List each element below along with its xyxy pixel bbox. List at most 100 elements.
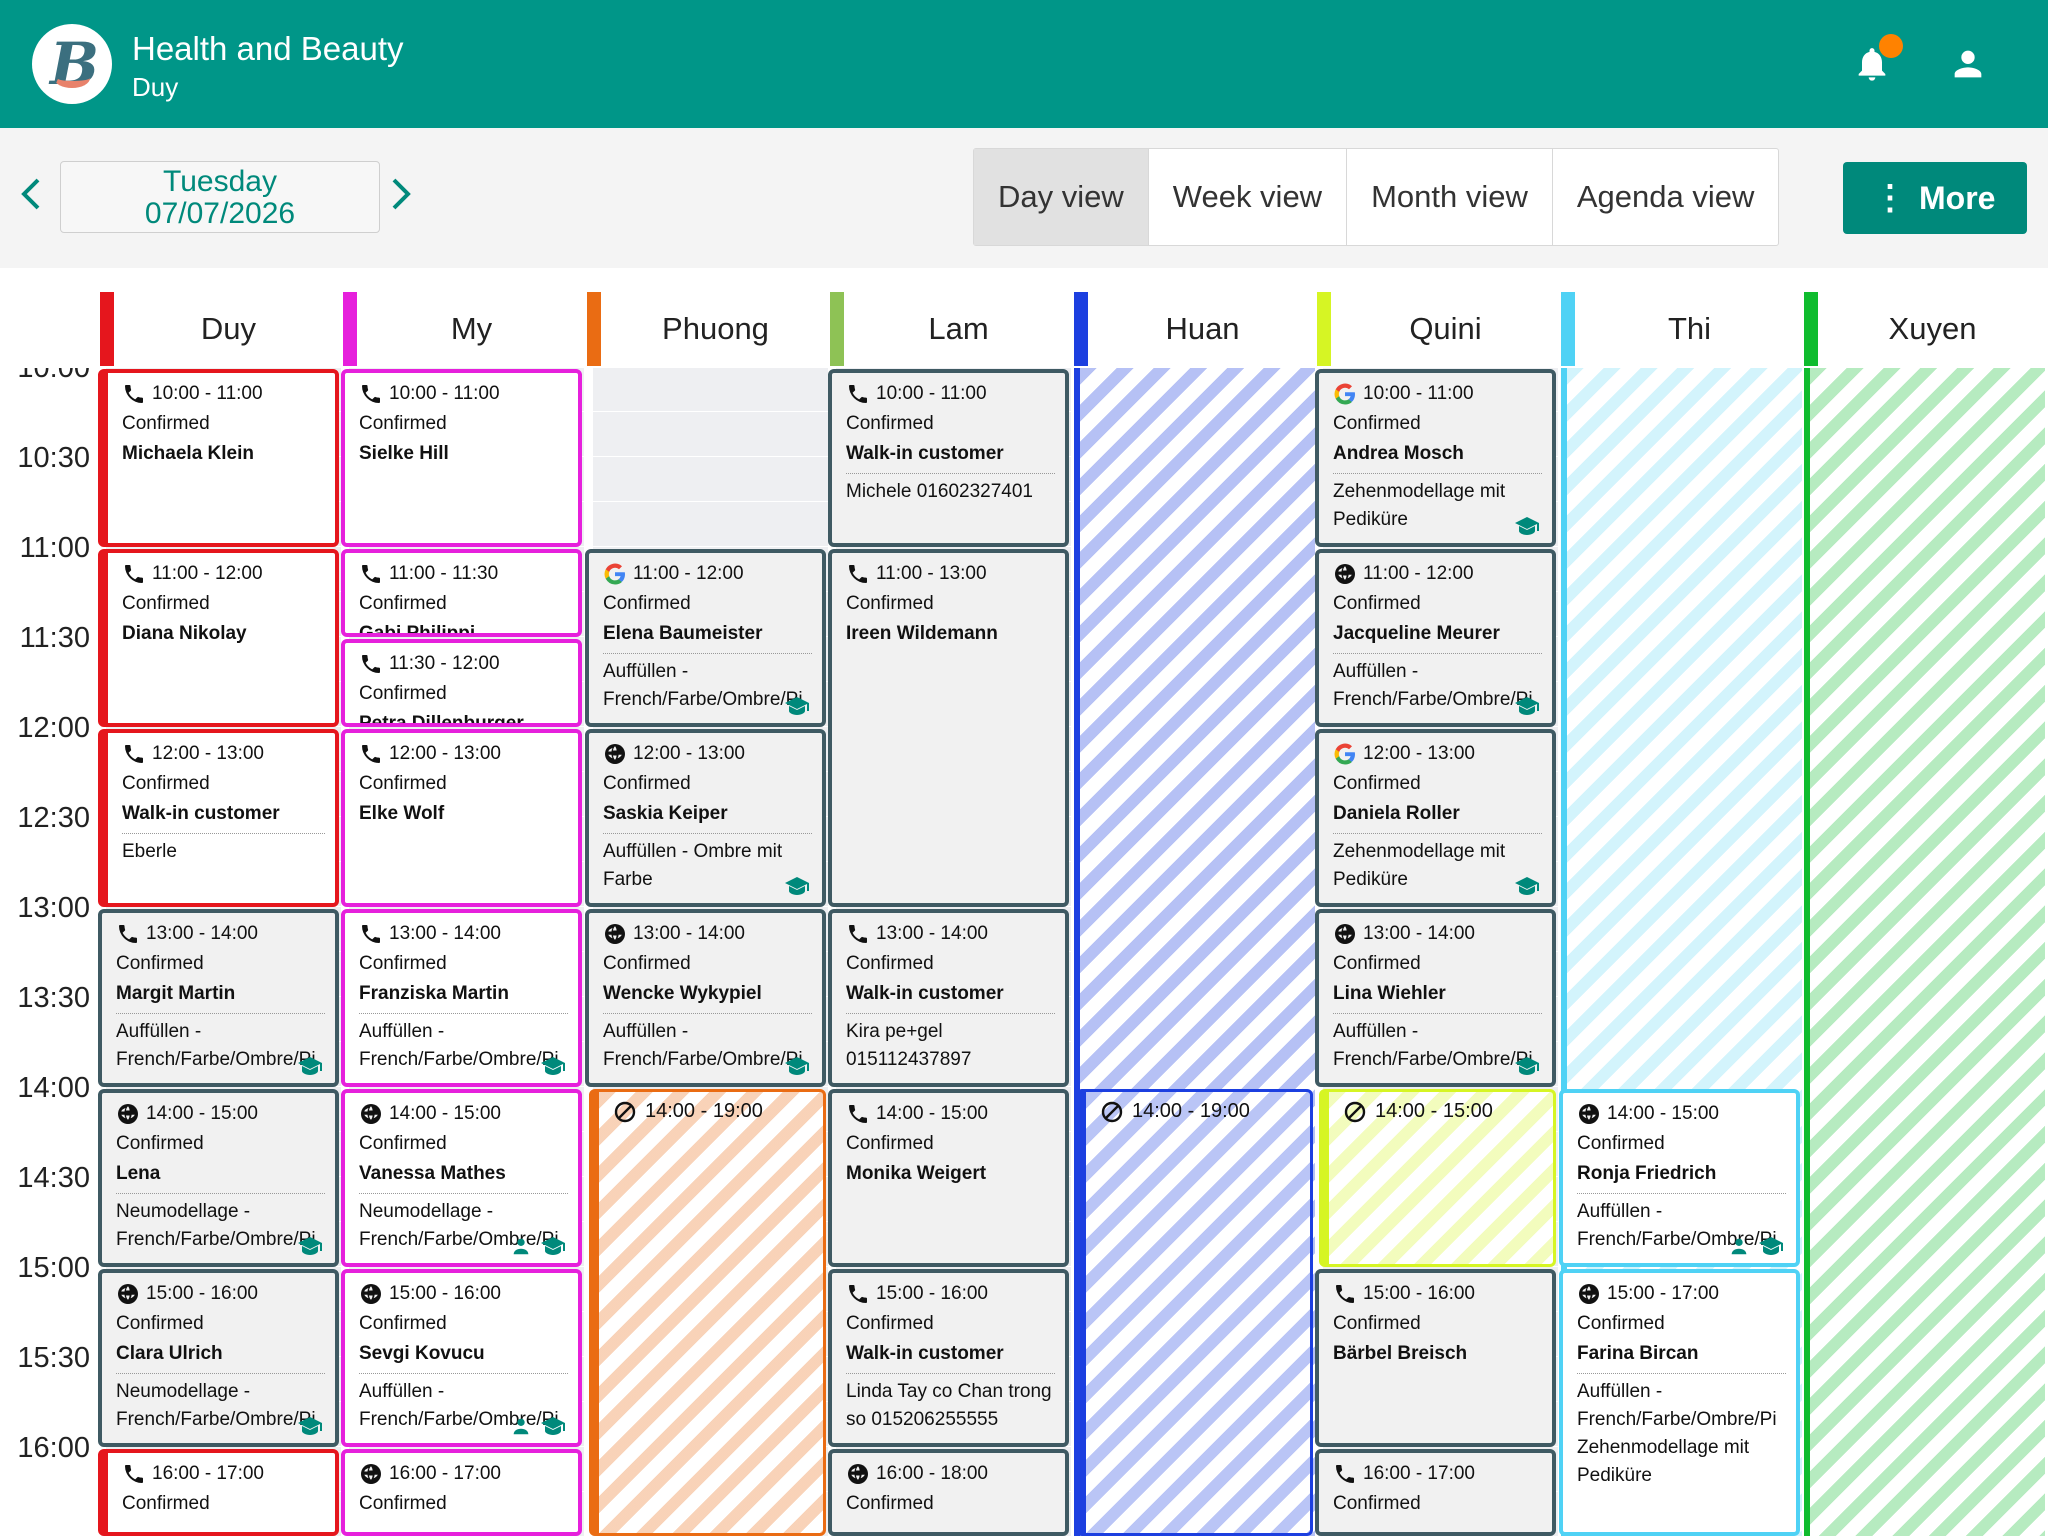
staff-header-thi[interactable]: Thi xyxy=(1561,280,1804,366)
google-icon xyxy=(604,563,625,585)
appointment-card[interactable]: 13:00 - 14:00 Confirmed Walk-in customer Ki… xyxy=(828,909,1069,1087)
appointment-time: 11:00 - 12:00 xyxy=(1333,559,1542,589)
customer-name: Vanessa Mathes xyxy=(359,1163,506,1184)
globe-icon xyxy=(361,1104,381,1124)
column-divider xyxy=(1804,368,1810,1536)
appointment-card[interactable]: 15:00 - 16:00 Confirmed Clara Ulrich Neumod… xyxy=(98,1269,339,1447)
appointment-card[interactable]: 11:00 - 12:00 Confirmed Diana Nikolay xyxy=(98,549,339,727)
appointment-time-text: 12:00 - 13:00 xyxy=(152,743,264,764)
staff-header-duy[interactable]: Duy xyxy=(100,280,343,366)
appointment-time: 16:00 - 18:00 xyxy=(846,1459,1055,1489)
appointment-card[interactable]: 12:00 - 13:00 Confirmed Saskia Keiper Auffü… xyxy=(585,729,826,907)
appointment-card[interactable]: 16:00 - 18:00 Confirmed xyxy=(828,1449,1069,1536)
appointment-card[interactable]: 12:00 - 13:00 Confirmed Elke Wolf xyxy=(341,729,582,907)
appointment-card[interactable]: 15:00 - 16:00 Confirmed Bärbel Breisch xyxy=(1315,1269,1556,1447)
blocked-time[interactable]: 14:00 - 15:00 xyxy=(1319,1089,1556,1267)
date-picker[interactable]: Tuesday 07/07/2026 xyxy=(60,161,380,233)
appointment-card[interactable]: 11:00 - 12:00 Confirmed Jacqueline Meurer A… xyxy=(1315,549,1556,727)
customer-name: Walk-in customer xyxy=(122,803,280,824)
appointment-card[interactable]: 13:00 - 14:00 Confirmed Franziska Martin Au… xyxy=(341,909,582,1087)
appointment-card[interactable]: 11:00 - 11:30 Confirmed Gabi Philippi xyxy=(341,549,582,637)
appointment-card[interactable]: 15:00 - 16:00 Confirmed Sevgi Kovucu Auffül… xyxy=(341,1269,582,1447)
chevron-right-icon[interactable] xyxy=(386,172,416,216)
appointment-card[interactable]: 11:00 - 13:00 Confirmed Ireen Wildemann xyxy=(828,549,1069,907)
appointment-status: Confirmed xyxy=(846,413,934,434)
time-label: 14:30 xyxy=(17,1162,90,1194)
appointment-time-text: 12:00 - 13:00 xyxy=(389,743,501,764)
appointment-time: 11:00 - 11:30 xyxy=(359,559,568,589)
phone-icon xyxy=(849,385,867,403)
appointment-card[interactable]: 15:00 - 17:00 Confirmed Farina Bircan Auffü… xyxy=(1559,1269,1800,1536)
agenda-view-button[interactable]: Agenda view xyxy=(1553,149,1779,245)
phone-icon xyxy=(362,745,380,763)
user-icon[interactable] xyxy=(1948,44,1988,84)
appointment-card[interactable]: 10:00 - 11:00 Confirmed Sielke Hill xyxy=(341,369,582,547)
appointment-card[interactable]: 13:00 - 14:00 Confirmed Wencke Wykypiel Auf… xyxy=(585,909,826,1087)
customer-name: Farina Bircan xyxy=(1577,1343,1699,1364)
appointment-card[interactable]: 11:00 - 12:00 Confirmed Elena Baumeister Au… xyxy=(585,549,826,727)
customer-name: Elke Wolf xyxy=(359,803,445,824)
graduation-cap-icon xyxy=(541,1417,565,1435)
appointment-card[interactable]: 16:00 - 17:00 Confirmed xyxy=(341,1449,582,1536)
appointment-time-text: 15:00 - 16:00 xyxy=(146,1283,258,1304)
appointment-status: Confirmed xyxy=(603,773,691,794)
brand-logo[interactable]: B xyxy=(32,24,112,104)
appointment-card[interactable]: 16:00 - 17:00 Confirmed xyxy=(1315,1449,1556,1536)
appointment-card[interactable]: 14:00 - 15:00 Confirmed Vanessa Mathes Neum… xyxy=(341,1089,582,1267)
appointment-card[interactable]: 12:00 - 13:00 Confirmed Walk-in customer Eb… xyxy=(98,729,339,907)
service-description: Neumodellage - French/Farbe/Ombre/Pi xyxy=(359,1193,568,1254)
week-view-button[interactable]: Week view xyxy=(1149,149,1348,245)
appointment-card[interactable]: 14:00 - 15:00 Confirmed Ronja Friedrich Auf… xyxy=(1559,1089,1800,1267)
appointment-card[interactable]: 10:00 - 11:00 Confirmed Walk-in customer Mi… xyxy=(828,369,1069,547)
appointment-card[interactable]: 12:00 - 13:00 Confirmed Daniela Roller Zehe… xyxy=(1315,729,1556,907)
appointment-status: Confirmed xyxy=(122,593,210,614)
appointment-time: 10:00 - 11:00 xyxy=(122,379,325,409)
month-view-button[interactable]: Month view xyxy=(1347,149,1553,245)
appointment-card[interactable]: 10:00 - 11:00 Confirmed Michaela Klein xyxy=(98,369,339,547)
customer-name: Lina Wiehler xyxy=(1333,983,1446,1004)
graduation-cap-icon xyxy=(541,1237,565,1255)
appointment-time-text: 14:00 - 15:00 xyxy=(389,1103,501,1124)
staff-header-phuong[interactable]: Phuong xyxy=(587,280,830,366)
staff-header-quini[interactable]: Quini xyxy=(1317,280,1560,366)
blocked-time[interactable]: 14:00 - 19:00 xyxy=(1076,1089,1313,1536)
staff-header-xuyen[interactable]: Xuyen xyxy=(1804,280,2047,366)
appointment-card[interactable]: 11:30 - 12:00 Confirmed Petra Dillenburger xyxy=(341,639,582,727)
blocked-time[interactable]: 14:00 - 19:00 xyxy=(589,1089,826,1536)
appointment-status: Confirmed xyxy=(359,1133,447,1154)
appointment-card[interactable]: 14:00 - 15:00 Confirmed Monika Weigert xyxy=(828,1089,1069,1267)
globe-icon xyxy=(361,1464,381,1484)
staff-header-lam[interactable]: Lam xyxy=(830,280,1073,366)
phone-icon xyxy=(849,565,867,583)
appointment-time-text: 10:00 - 11:00 xyxy=(1363,383,1474,404)
staff-name: Quini xyxy=(1409,311,1482,346)
blocked-time-text: 14:00 - 19:00 xyxy=(1132,1100,1250,1122)
appointment-card[interactable]: 14:00 - 15:00 Confirmed Lena Neumodellage -… xyxy=(98,1089,339,1267)
more-button[interactable]: ⋮ More xyxy=(1843,162,2027,234)
calendar-app: B Health and Beauty Duy Tuesday 07/07/20… xyxy=(0,0,2048,1536)
appointment-status: Confirmed xyxy=(359,1493,447,1514)
day-view-button[interactable]: Day view xyxy=(974,149,1149,245)
staff-header-huan[interactable]: Huan xyxy=(1074,280,1317,366)
phone-icon xyxy=(1336,1465,1354,1483)
graduation-cap-icon xyxy=(1515,697,1539,715)
appointment-card[interactable]: 13:00 - 14:00 Confirmed Margit Martin Auffü… xyxy=(98,909,339,1087)
appointment-card[interactable]: 10:00 - 11:00 Confirmed Andrea Mosch Zehenm… xyxy=(1315,369,1556,547)
appointment-card[interactable]: 16:00 - 17:00 Confirmed xyxy=(98,1449,339,1536)
appointment-time-text: 16:00 - 17:00 xyxy=(1363,1463,1475,1484)
appointment-status: Confirmed xyxy=(116,1133,204,1154)
appointment-time: 15:00 - 16:00 xyxy=(846,1279,1055,1309)
customer-name: Walk-in customer xyxy=(846,1343,1004,1364)
day-name: Tuesday xyxy=(163,165,277,198)
time-label: 13:30 xyxy=(17,982,90,1014)
appointment-card[interactable]: 15:00 - 16:00 Confirmed Walk-in customer Li… xyxy=(828,1269,1069,1447)
phone-icon xyxy=(362,655,380,673)
appointment-time-text: 15:00 - 16:00 xyxy=(876,1283,988,1304)
chevron-left-icon[interactable] xyxy=(16,172,46,216)
appointment-card[interactable]: 13:00 - 14:00 Confirmed Lina Wiehler Auffül… xyxy=(1315,909,1556,1087)
staff-header-my[interactable]: My xyxy=(343,280,586,366)
appointment-time-text: 11:00 - 12:00 xyxy=(1363,563,1474,584)
staff-column-xuyen[interactable] xyxy=(1810,368,2045,1536)
customer-name: Petra Dillenburger xyxy=(359,713,524,727)
customer-name: Diana Nikolay xyxy=(122,623,247,644)
